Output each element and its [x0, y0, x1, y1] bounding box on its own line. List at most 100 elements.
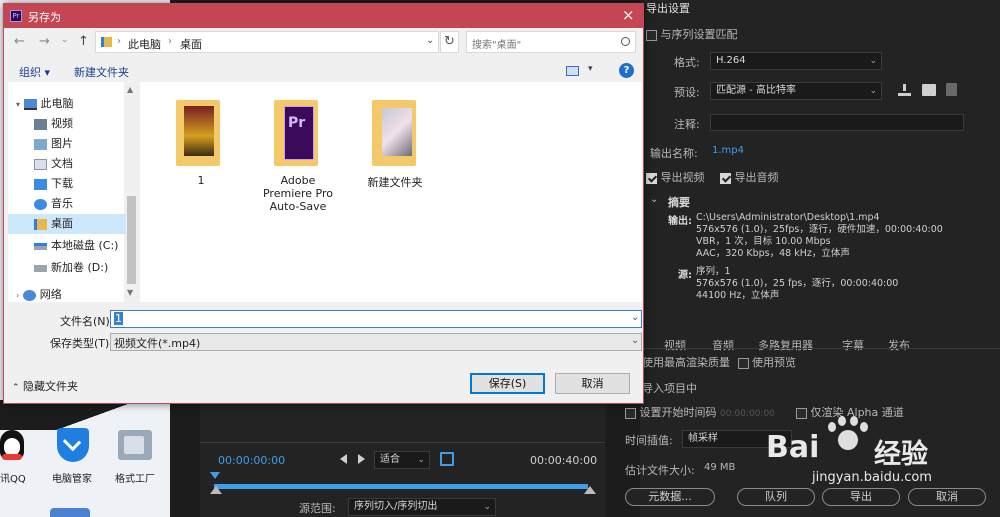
export-settings-header: 导出设置: [646, 2, 690, 15]
pc-manager-icon[interactable]: [57, 428, 89, 462]
save-preset-icon[interactable]: [898, 84, 911, 96]
format-label: 格式:: [674, 56, 700, 69]
tree-item-this-pc[interactable]: ▾ 此电脑: [8, 94, 126, 114]
tree-item-network[interactable]: › 网络: [8, 285, 126, 305]
qq-icon[interactable]: [0, 430, 30, 464]
playhead-icon[interactable]: [210, 472, 220, 479]
export-button[interactable]: 导出: [822, 488, 900, 506]
tree-item-drive-d[interactable]: 新加卷 (D:): [8, 258, 126, 278]
current-timecode[interactable]: 00:00:00:00: [218, 454, 285, 467]
close-icon[interactable]: ×: [622, 6, 635, 24]
filetype-select[interactable]: 视频文件(*.mp4) ⌄: [110, 333, 642, 351]
tree-item-documents[interactable]: 文档: [8, 154, 126, 174]
delete-preset-icon[interactable]: [946, 83, 957, 96]
view-chevron-icon[interactable]: ▾: [588, 64, 593, 74]
expand-chevron-icon: ▾: [16, 100, 21, 109]
cancel-export-button[interactable]: 取消: [908, 488, 986, 506]
tree-item-drive-c[interactable]: 本地磁盘 (C:): [8, 236, 126, 256]
taskbar-hint: [50, 508, 90, 517]
format-dropdown[interactable]: H.264 ⌄: [710, 52, 882, 70]
match-sequence-row[interactable]: 与序列设置匹配: [646, 26, 738, 42]
tree-item-downloads[interactable]: 下载: [8, 174, 126, 194]
hide-folders-toggle[interactable]: ⌃ 隐藏文件夹: [12, 378, 78, 394]
address-bar[interactable]: › 此电脑 › 桌面 ⌄: [95, 31, 439, 53]
fit-dropdown[interactable]: 适合 ⌄: [374, 451, 430, 469]
time-interp-label: 时间插值:: [625, 434, 673, 447]
folder-thumbnail-icon: [372, 100, 416, 166]
tab-publish[interactable]: 发布: [888, 337, 910, 353]
output-name-label: 输出名称:: [650, 147, 698, 160]
chevron-down-icon[interactable]: ⌄: [631, 312, 639, 323]
out-point-marker[interactable]: [584, 486, 596, 494]
view-icon[interactable]: [566, 66, 579, 76]
mark-out-icon[interactable]: [358, 454, 365, 464]
filename-input[interactable]: 1 ⌄: [110, 310, 642, 328]
chevron-down-icon: ⌄: [631, 335, 640, 346]
help-icon[interactable]: ?: [619, 63, 634, 78]
tree-item-desktop[interactable]: 桌面: [8, 214, 126, 234]
chevron-down-icon[interactable]: ⌄: [426, 35, 434, 46]
new-folder-button[interactable]: 新建文件夹: [74, 64, 129, 80]
save-button[interactable]: 保存(S): [470, 373, 545, 394]
tab-multiplexer[interactable]: 多路复用器: [758, 337, 813, 353]
in-point-marker[interactable]: [210, 486, 222, 494]
est-size-label: 估计文件大小:: [625, 464, 695, 477]
organize-menu[interactable]: 组织 ▾: [19, 64, 50, 80]
export-settings-panel: 导出设置 与序列设置匹配 格式: H.264 ⌄ 预设: 匹配源 - 高比特率 ⌄ …: [625, 0, 1000, 517]
set-start-tc-checkbox[interactable]: [625, 407, 636, 419]
back-arrow-icon[interactable]: ←: [14, 34, 25, 49]
format-factory-icon[interactable]: [118, 430, 152, 460]
output-name-link[interactable]: 1.mp4: [712, 145, 744, 156]
alpha-only-checkbox[interactable]: [796, 407, 807, 419]
up-arrow-icon[interactable]: ↑: [78, 34, 89, 49]
chevron-down-icon: ⌄: [869, 56, 877, 66]
timeline-bar[interactable]: [214, 484, 588, 489]
tree-item-music[interactable]: 音乐: [8, 194, 126, 214]
cancel-button[interactable]: 取消: [555, 373, 630, 394]
queue-button[interactable]: 队列: [737, 488, 815, 506]
forward-arrow-icon[interactable]: →: [39, 34, 50, 49]
import-project-label: 导入项目中: [642, 382, 697, 395]
safe-margins-icon[interactable]: [440, 452, 454, 466]
source-range-label: 源范围:: [299, 502, 336, 515]
export-audio-checkbox[interactable]: [720, 172, 731, 184]
file-item-1[interactable]: 1: [166, 100, 236, 200]
tree-item-videos[interactable]: 视频: [8, 114, 126, 134]
file-item-3[interactable]: 新建文件夹: [360, 100, 430, 200]
breadcrumb-desktop[interactable]: 桌面: [180, 36, 202, 52]
tree-item-pictures[interactable]: 图片: [8, 134, 126, 154]
refresh-button[interactable]: ↻: [440, 31, 459, 53]
tree-scrollbar[interactable]: ▲ ▼: [124, 82, 139, 302]
search-input[interactable]: 搜索"桌面": [466, 31, 636, 53]
set-start-tc-row[interactable]: 设置开始时间码 00:00:00:00: [625, 404, 775, 420]
summary-toggle-icon[interactable]: ⌄: [650, 194, 658, 205]
chevron-down-icon: ⌄: [483, 502, 491, 512]
recent-chevron-icon[interactable]: ⌄: [61, 35, 69, 45]
use-preview-checkbox[interactable]: [737, 357, 749, 369]
export-video-row[interactable]: 导出视频: [646, 169, 705, 185]
tab-audio[interactable]: 音频: [712, 337, 734, 353]
comment-input[interactable]: [710, 114, 964, 131]
tab-captions[interactable]: 字幕: [842, 337, 864, 353]
breadcrumb-separator: ›: [168, 36, 172, 47]
desktop-icons-area: 讯QQ 电脑管家 格式工厂: [0, 400, 170, 517]
file-item-2[interactable]: Pr Adobe Premiere Pro Auto-Save: [258, 100, 338, 230]
output-line-3: VBR，1 次，目标 10.00 Mbps: [696, 236, 831, 247]
timeline-divider: [200, 442, 605, 443]
mark-in-icon[interactable]: [340, 454, 347, 464]
breadcrumb-this-pc[interactable]: 此电脑: [128, 36, 161, 52]
match-sequence-checkbox[interactable]: [646, 29, 657, 41]
source-range-dropdown[interactable]: 序列切入/序列切出 ⌄: [348, 498, 496, 516]
export-video-checkbox[interactable]: [646, 172, 657, 184]
file-name: 1: [197, 174, 205, 187]
match-sequence-label: 与序列设置匹配: [660, 28, 738, 41]
tab-video[interactable]: 视频: [664, 337, 686, 353]
preset-dropdown[interactable]: 匹配源 - 高比特率 ⌄: [710, 82, 882, 100]
metadata-button[interactable]: 元数据...: [625, 488, 715, 506]
export-audio-row[interactable]: 导出音频: [720, 169, 779, 185]
import-preset-icon[interactable]: [922, 84, 936, 96]
max-render-row[interactable]: 使用最高渲染质量 使用预览: [642, 354, 796, 370]
pc-manager-label: 电脑管家: [52, 474, 92, 485]
tree-label: 新加卷 (D:): [51, 261, 109, 274]
folder-icon: [101, 37, 112, 47]
